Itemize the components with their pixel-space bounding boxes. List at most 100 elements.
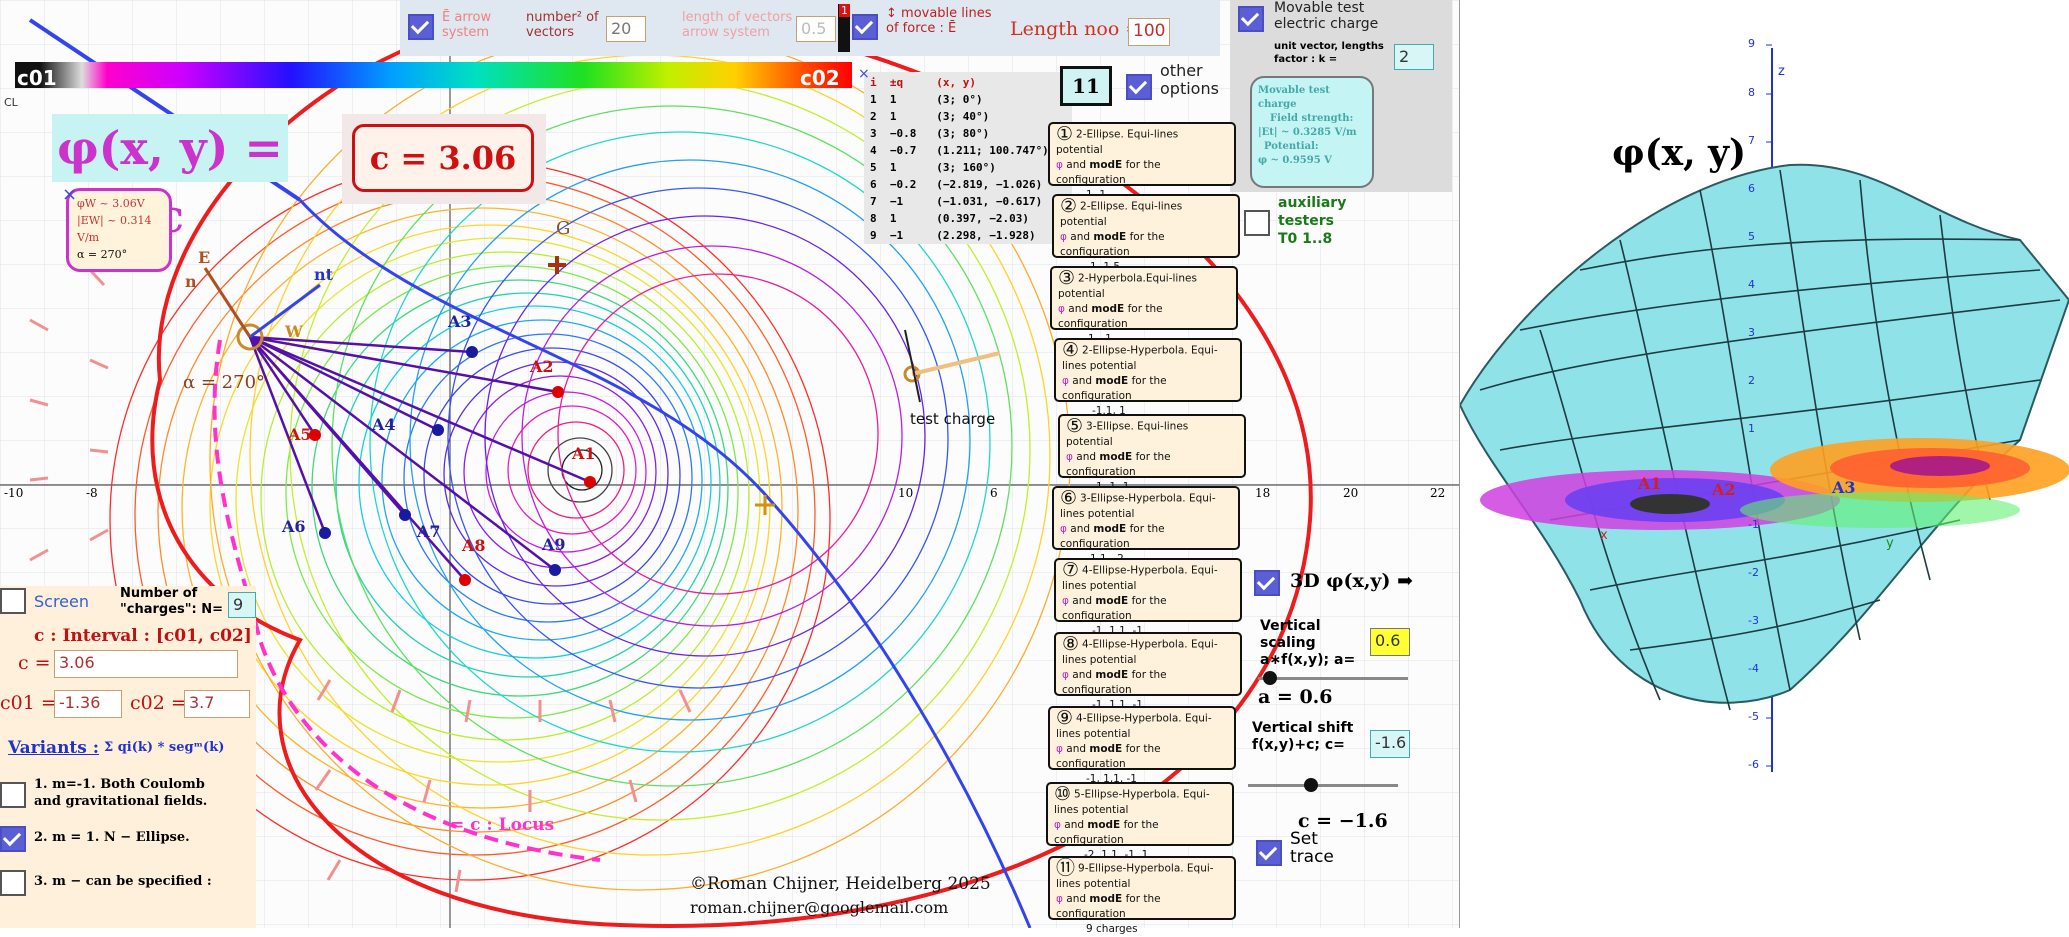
preset-card-2[interactable]: ② 2-Ellipse. Equi-lines potential φ and mo…: [1052, 194, 1240, 273]
table-row: 3 −0.8 (3; 80°): [870, 127, 990, 140]
preset-card-11[interactable]: ⑪ 9-Ellipse-Hyperbola. Equi-lines potenti…: [1048, 856, 1236, 935]
x-tick-20: 20: [1343, 486, 1359, 500]
preset-card-6[interactable]: ⑥ 3-Ellipse-Hyperbola. Equi-lines potenti…: [1052, 486, 1240, 565]
other-options-checkbox[interactable]: [1126, 74, 1152, 100]
length-vectors-input[interactable]: 0.5: [796, 16, 836, 42]
three-d-label: 3D φ(x,y) ➡: [1290, 570, 1413, 592]
option1-checkbox[interactable]: [0, 782, 26, 808]
table-row: 4 −0.7 (1.211; 100.747°): [870, 144, 1049, 157]
colorbar-left-label: c01: [17, 66, 57, 90]
config-count-box[interactable]: 11: [1060, 66, 1112, 106]
c02-input[interactable]: 3.7: [184, 690, 250, 718]
scaling-slider-knob[interactable]: [1263, 671, 1277, 685]
card-title: 5-Ellipse-Hyperbola. Equi-lines potentia…: [1054, 788, 1210, 816]
card-number: ⑩: [1054, 783, 1072, 805]
copyright-text: ©Roman Chijner, Heidelberg 2025: [690, 874, 991, 894]
c01-input[interactable]: -1.36: [54, 690, 122, 718]
label-test-charge: test charge: [910, 410, 996, 428]
k-factor-input[interactable]: 2: [1394, 44, 1434, 70]
length-noo-input[interactable]: 100: [1128, 18, 1170, 46]
contour-disc-right-core: [1890, 456, 1990, 476]
card-mode: modE: [1093, 522, 1127, 535]
label-e: E: [198, 248, 211, 267]
label-nt: nt: [314, 265, 334, 284]
label-alpha: α = 270°: [183, 372, 266, 393]
preset-card-8[interactable]: ⑧ 4-Ellipse-Hyperbola. Equi-lines potenti…: [1054, 632, 1242, 711]
preset-card-3[interactable]: ③ 2-Hyperbola.Equi-lines potential φ and m…: [1050, 266, 1238, 345]
card-title: 3-Ellipse. Equi-lines potential: [1066, 420, 1189, 448]
card-and: and: [1072, 374, 1093, 387]
preset-card-5[interactable]: ⑤ 3-Ellipse. Equi-lines potential φ and mo…: [1058, 414, 1246, 493]
c-input[interactable]: 3.06: [54, 650, 238, 678]
n-charges-input[interactable]: 9: [228, 592, 256, 618]
table-close-icon[interactable]: ×: [858, 66, 870, 82]
table-header: i ±q (x, y): [870, 76, 976, 89]
screen-checkbox[interactable]: [0, 588, 26, 614]
x-axis-label: x: [1600, 528, 1608, 543]
card-and: and: [1066, 742, 1087, 755]
plot3d-label-a3: A3: [1832, 478, 1856, 497]
set-trace-checkbox[interactable]: [1256, 840, 1282, 866]
scaling-a-input[interactable]: 0.6: [1370, 628, 1410, 656]
table-row: 5 1 (3; 160°): [870, 161, 996, 174]
shift-slider-knob[interactable]: [1304, 778, 1318, 792]
shift-c-input[interactable]: -1.6: [1370, 730, 1410, 758]
scaling-slider[interactable]: [1258, 671, 1408, 685]
card-number: ⑧: [1062, 633, 1080, 655]
card-title: 2-Ellipse. Equi-lines potential: [1060, 200, 1183, 228]
color-bar[interactable]: [15, 62, 852, 88]
arrow-system-checkbox[interactable]: [408, 14, 434, 40]
number-vectors-input[interactable]: 20: [606, 16, 646, 42]
variants-label: Variants :: [8, 738, 100, 758]
c02-label: c02 =: [130, 692, 187, 714]
left-controls-panel: Screen Number of "charges": N= 9 c : Int…: [0, 586, 256, 928]
z-tick-label: 9: [1748, 37, 1755, 50]
preset-card-9[interactable]: ⑨ 4-Ellipse-Hyperbola. Equi-lines potenti…: [1048, 706, 1236, 785]
card-mode: modE: [1099, 450, 1133, 463]
potential-label: Potential:: [1264, 141, 1319, 152]
z-tick-label: 8: [1748, 86, 1755, 99]
z-tick-label: 4: [1748, 278, 1755, 291]
preset-card-10[interactable]: ⑩ 5-Ellipse-Hyperbola. Equi-lines potenti…: [1046, 782, 1234, 861]
movable-lines-label: ↕ movable lines of force : Ē: [886, 6, 992, 36]
z-tick-label: -5: [1748, 710, 1759, 723]
z-tick-label: 3: [1748, 326, 1755, 339]
option2-checkbox[interactable]: [0, 826, 26, 852]
card-title: 4-Ellipse-Hyperbola. Equi-lines potentia…: [1062, 638, 1218, 666]
potential-value: φ ~ 0.9595 V: [1258, 155, 1332, 166]
card-number: ⑦: [1062, 559, 1080, 581]
card-title: 9-Ellipse-Hyperbola. Equi-lines potentia…: [1056, 862, 1214, 890]
preset-card-1[interactable]: ① 2-Ellipse. Equi-lines potential φ and mo…: [1048, 122, 1236, 201]
preset-card-7[interactable]: ⑦ 4-Ellipse-Hyperbola. Equi-lines potenti…: [1054, 558, 1242, 637]
card-mode: modE: [1087, 818, 1121, 831]
movable-lines-checkbox[interactable]: [852, 14, 878, 40]
movable-test-label: Movable test electric charge: [1274, 0, 1379, 32]
z-tick-label: -6: [1748, 758, 1759, 771]
preset-card-4[interactable]: ④ 2-Ellipse-Hyperbola. Equi-lines potenti…: [1054, 338, 1242, 417]
surface-mesh: [1458, 163, 2069, 704]
option3-checkbox[interactable]: [0, 870, 26, 896]
number-charges-label: Number of "charges": N=: [120, 586, 224, 617]
plot-3d-panel[interactable]: φ(x, y) z x y A1 A2 A3 9 8 7 6 5 4 3 2 1 -1 -2 -3 -4…: [1458, 0, 2069, 928]
field-strength-label: Field strength:: [1270, 113, 1354, 124]
auxiliary-label: auxiliary testers T0 1..8: [1278, 195, 1347, 247]
card-and: and: [1068, 302, 1089, 315]
shift-slider[interactable]: [1248, 778, 1398, 792]
card-mode: modE: [1091, 302, 1125, 315]
auxiliary-checkbox[interactable]: [1244, 210, 1270, 236]
c-value-display: c = 3.06: [352, 124, 534, 192]
card-mode: modE: [1093, 230, 1127, 243]
card-title: 2-Ellipse. Equi-lines potential: [1056, 128, 1179, 156]
three-d-checkbox[interactable]: [1254, 570, 1280, 596]
card-number: ⑨: [1056, 707, 1074, 729]
card-number: ⑪: [1056, 857, 1076, 879]
x-tick-10: 10: [898, 486, 914, 500]
card-title: 4-Ellipse-Hyperbola. Equi-lines potentia…: [1062, 564, 1218, 592]
counter-badge: 1: [838, 4, 850, 52]
z-tick-label: 1: [1748, 422, 1755, 435]
movable-test-checkbox[interactable]: [1238, 6, 1264, 32]
arrow-system-label: Ē arrow system: [442, 10, 492, 40]
close-icon[interactable]: ×: [62, 184, 77, 205]
surface-3d-canvas[interactable]: [1458, 0, 2069, 928]
card-mode: modE: [1095, 594, 1129, 607]
